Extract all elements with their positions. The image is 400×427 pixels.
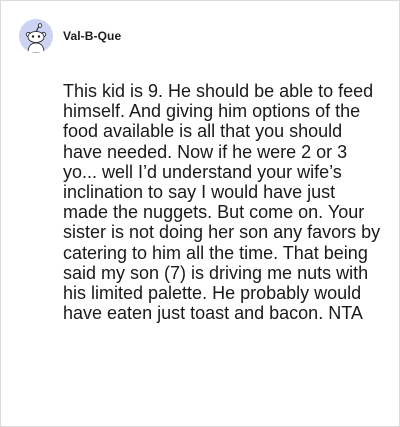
user-avatar[interactable]: [19, 19, 53, 53]
username[interactable]: Val-B-Que: [63, 29, 121, 43]
comment-header: Val-B-Que: [19, 19, 121, 53]
comment-card: Val-B-Que This kid is 9. He should be ab…: [0, 0, 400, 427]
reddit-snoo-avatar-icon: [19, 19, 53, 53]
comment-body-text: This kid is 9. He should be able to feed…: [63, 81, 381, 324]
